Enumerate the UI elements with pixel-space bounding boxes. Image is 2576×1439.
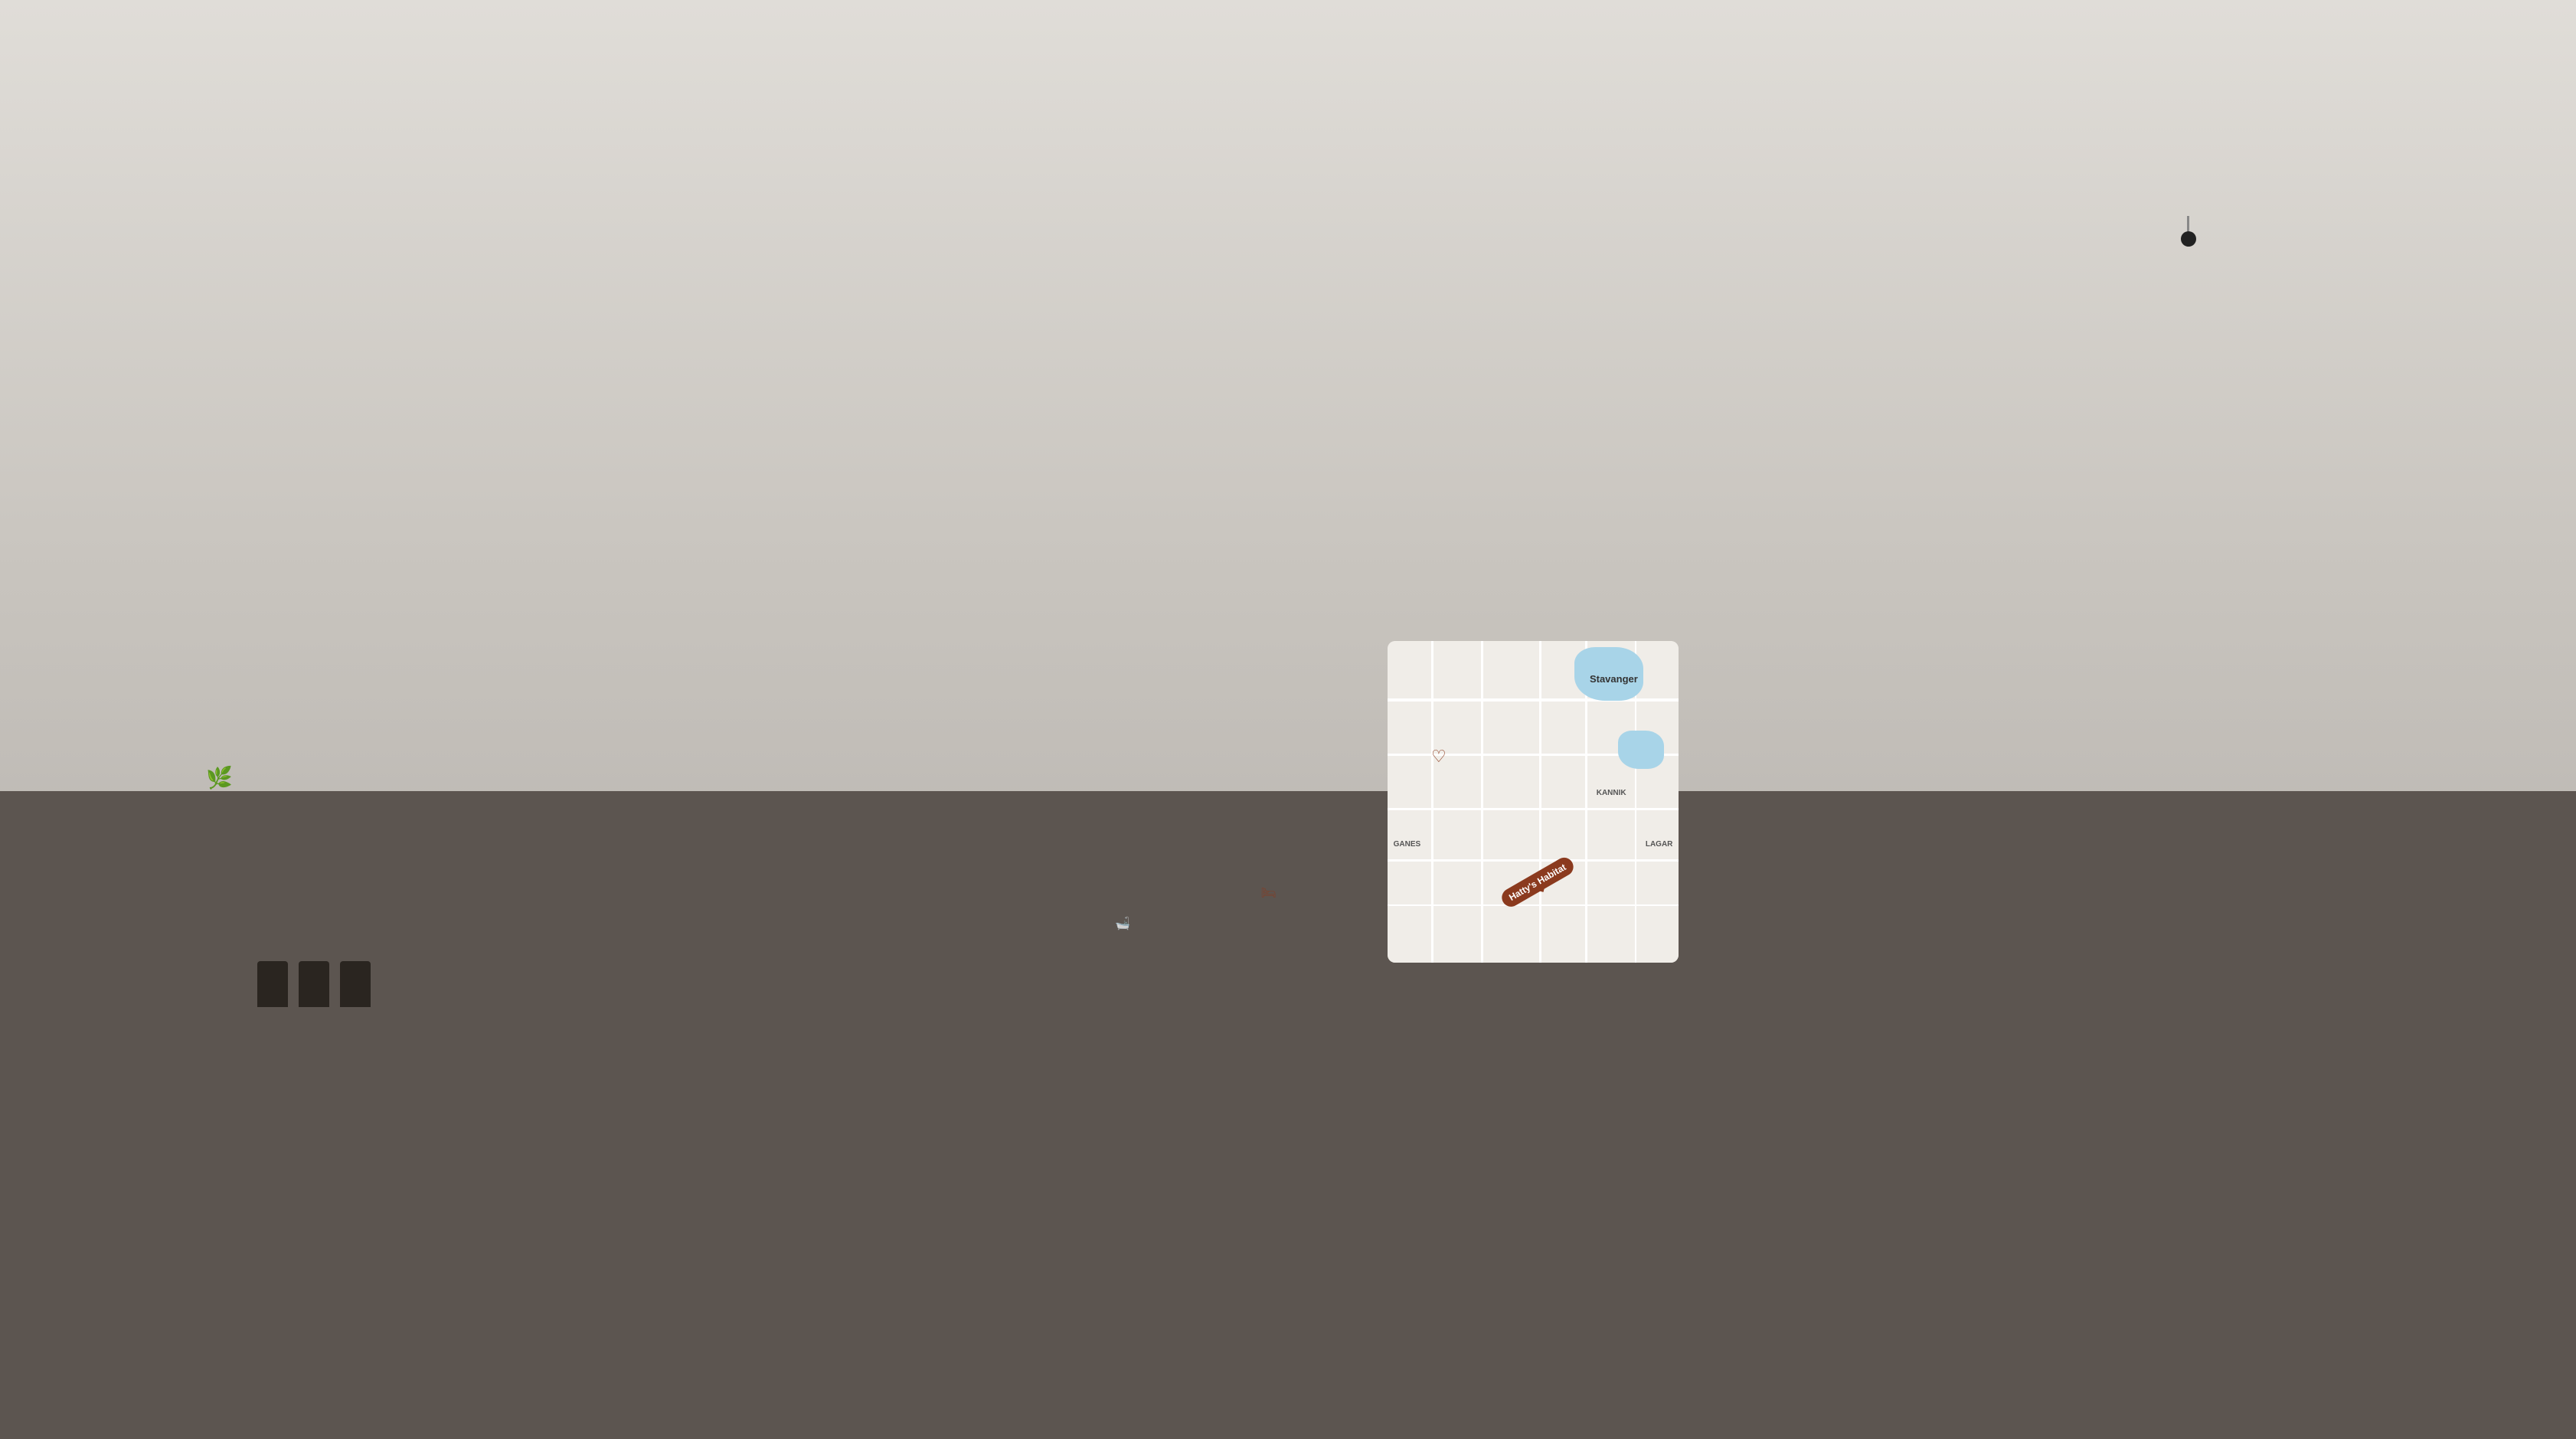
listing-card: 🌿 Hatty's Habitat 1A With three bedrooms…	[897, 674, 1369, 976]
map-water-2	[1618, 731, 1664, 769]
content-area: Sort by: A-Z ▼ ▲ Hatty's Habitat – 4 apa…	[867, 595, 1709, 1007]
map-street-v3	[1539, 641, 1541, 963]
map-pin-outline: ♡	[1431, 747, 1447, 767]
map-pin-label[interactable]: Hatty's Habitat	[1499, 855, 1577, 911]
kitchen-scene: 🌿	[897, 674, 1097, 896]
bed-icon: 🛏	[1260, 885, 1276, 901]
map-label-stavanger: Stavanger	[1590, 673, 1638, 685]
map-street-v2	[1481, 641, 1483, 963]
map-background: Stavanger KANNIK GANES LAGAR ♡ Hatty's H…	[1388, 641, 1679, 963]
listings-panel: Sort by: A-Z ▼ ▲ Hatty's Habitat – 4 apa…	[897, 595, 1388, 976]
map-street-v1	[1431, 641, 1433, 963]
map-label-kannik: KANNIK	[1597, 789, 1626, 797]
map-label-lagar: LAGAR	[1646, 840, 1673, 849]
listing-image: 🌿	[897, 674, 1097, 896]
map-panel[interactable]: Stavanger KANNIK GANES LAGAR ♡ Hatty's H…	[1388, 641, 1679, 963]
browser-window: Staysville ✳ Find your next stay Home ✶ …	[867, 433, 1709, 1007]
bath-icon: 🛁	[1115, 916, 1130, 931]
map-label-ganes: GANES	[1394, 840, 1421, 849]
kitchen-counter	[897, 791, 1097, 895]
